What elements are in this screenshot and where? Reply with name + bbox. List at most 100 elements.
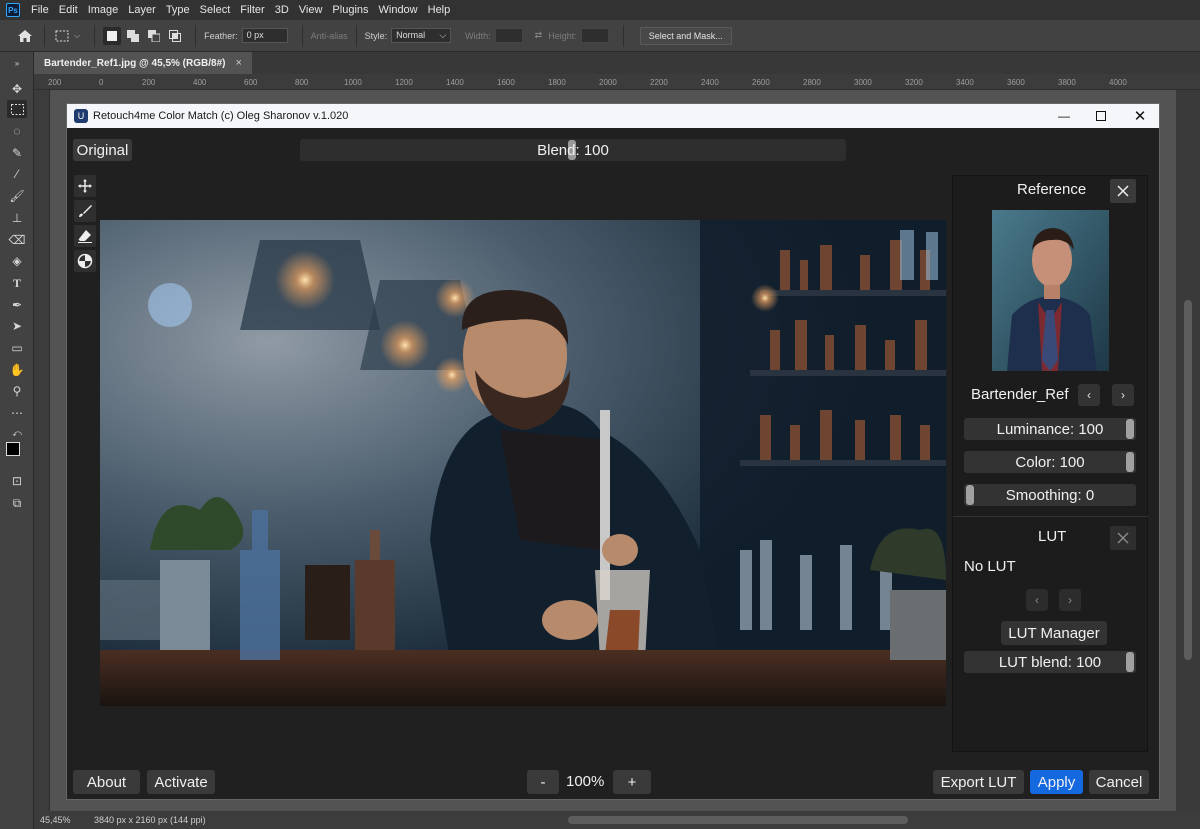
pen-tool-icon[interactable]: ✒ <box>7 296 27 314</box>
export-lut-button[interactable]: Export LUT <box>933 770 1024 794</box>
slider-handle[interactable] <box>1126 652 1134 672</box>
ruler-tick: 2200 <box>650 78 668 87</box>
screen-mode-icon[interactable]: ⧉ <box>7 494 27 512</box>
select-and-mask-button[interactable]: Select and Mask... <box>639 26 732 45</box>
dialog-title: Retouch4me Color Match (c) Oleg Sharonov… <box>93 110 349 122</box>
reference-panel: Reference Bartender_Ref ‹ › Luminance: 1… <box>952 175 1149 752</box>
type-tool-icon[interactable]: T <box>7 274 27 292</box>
menu-file[interactable]: File <box>26 4 54 16</box>
menu-plugins[interactable]: Plugins <box>327 4 373 16</box>
close-icon[interactable] <box>1110 526 1136 550</box>
ruler-tick: 2800 <box>803 78 821 87</box>
stamp-tool-icon[interactable]: ⊥ <box>7 209 27 227</box>
close-icon[interactable]: ✕ <box>1123 104 1157 128</box>
vertical-scrollbar[interactable] <box>1176 90 1200 811</box>
luminance-slider[interactable]: Luminance: 100 <box>964 418 1136 440</box>
swap-colors-icon[interactable]: ⤺ <box>7 424 27 442</box>
menu-window[interactable]: Window <box>374 4 423 16</box>
original-button[interactable]: Original <box>73 139 132 161</box>
ruler-tick: 3800 <box>1058 78 1076 87</box>
chevron-down-icon[interactable]: ⌵ <box>74 31 80 41</box>
blend-slider[interactable]: Blend: 100 <box>300 139 846 161</box>
document-info: 3840 px x 2160 px (144 ppi) <box>94 815 206 825</box>
ruler-tick: 3400 <box>956 78 974 87</box>
about-button[interactable]: About <box>73 770 140 794</box>
chevron-right-icon[interactable]: › <box>1059 589 1081 611</box>
eraser-tool-icon[interactable]: ⌫ <box>7 231 27 249</box>
horizontal-scrollbar-thumb[interactable] <box>568 816 908 824</box>
swap-icon[interactable]: ⇄ <box>535 30 543 41</box>
menu-edit[interactable]: Edit <box>54 4 83 16</box>
smoothing-label: Smoothing: 0 <box>1005 486 1095 504</box>
apply-button[interactable]: Apply <box>1030 770 1083 794</box>
menu-help[interactable]: Help <box>423 4 456 16</box>
eyedropper-icon[interactable]: ⁄ <box>7 165 27 183</box>
foreground-color-swatch[interactable] <box>6 442 20 456</box>
height-label: Height: <box>548 30 577 41</box>
hand-tool-icon[interactable]: ✋ <box>7 361 27 379</box>
zoom-level[interactable]: 45,45% <box>34 815 82 825</box>
options-bar: ⌵ Feather: 0 px Anti-alias Style: Normal… <box>0 20 1200 52</box>
cancel-button[interactable]: Cancel <box>1089 770 1149 794</box>
rectangle-tool-icon[interactable]: ▭ <box>7 339 27 357</box>
document-tab[interactable]: Bartender_Ref1.jpg @ 45,5% (RGB/8#) × <box>34 52 252 74</box>
marquee-preset-icon[interactable] <box>53 27 71 45</box>
path-select-icon[interactable]: ➤ <box>7 317 27 335</box>
close-icon[interactable] <box>1110 179 1136 203</box>
lut-manager-button[interactable]: LUT Manager <box>1001 621 1107 645</box>
color-picker-icon[interactable] <box>74 250 96 272</box>
chevron-right-icon[interactable]: › <box>1112 384 1134 406</box>
brush-icon[interactable] <box>74 200 96 222</box>
menu-image[interactable]: Image <box>83 4 124 16</box>
height-input[interactable] <box>580 28 609 43</box>
scrollbar-thumb[interactable] <box>1184 300 1192 660</box>
chevron-left-icon[interactable]: ‹ <box>1026 589 1048 611</box>
menu-view[interactable]: View <box>294 4 328 16</box>
add-selection-icon[interactable] <box>124 27 142 45</box>
menu-type[interactable]: Type <box>161 4 195 16</box>
lut-status: No LUT <box>964 558 1016 575</box>
color-slider[interactable]: Color: 100 <box>964 451 1136 473</box>
quick-mask-icon[interactable]: ⊡ <box>7 472 27 490</box>
subtract-selection-icon[interactable] <box>145 27 163 45</box>
menu-layer[interactable]: Layer <box>123 4 161 16</box>
paint-bucket-icon[interactable]: ◈ <box>7 252 27 270</box>
preview-image[interactable] <box>100 220 946 706</box>
quick-select-icon[interactable]: ✎ <box>7 144 27 162</box>
activate-button[interactable]: Activate <box>147 770 215 794</box>
maximize-icon[interactable] <box>1084 104 1118 128</box>
brush-tool-icon[interactable]: 🖌 <box>7 187 27 205</box>
slider-handle[interactable] <box>966 485 974 505</box>
new-selection-icon[interactable] <box>103 26 122 45</box>
more-tools-icon[interactable]: ⋯ <box>7 404 27 422</box>
home-icon[interactable] <box>14 25 36 47</box>
collapse-icon[interactable]: » <box>7 54 27 72</box>
zoom-in-button[interactable]: + <box>613 770 651 794</box>
slider-handle[interactable] <box>1126 419 1134 439</box>
eraser-icon[interactable] <box>74 225 96 247</box>
intersect-selection-icon[interactable] <box>166 27 184 45</box>
style-select[interactable]: Normal ⌵ <box>391 28 452 43</box>
lut-blend-slider[interactable]: LUT blend: 100 <box>964 651 1136 673</box>
zoom-tool-icon[interactable]: ⚲ <box>7 382 27 400</box>
move-icon[interactable] <box>74 175 96 197</box>
width-input[interactable] <box>494 28 523 43</box>
luminance-label: Luminance: 100 <box>996 420 1104 438</box>
chevron-left-icon[interactable]: ‹ <box>1078 384 1100 406</box>
close-icon[interactable]: × <box>235 57 241 69</box>
marquee-tool-icon[interactable] <box>7 100 27 118</box>
smoothing-slider[interactable]: Smoothing: 0 <box>964 484 1136 506</box>
minimize-icon[interactable]: — <box>1047 104 1081 128</box>
antialias-checkbox[interactable]: Anti-alias <box>311 31 348 41</box>
menu-select[interactable]: Select <box>195 4 236 16</box>
slider-handle[interactable] <box>1126 452 1134 472</box>
menu-filter[interactable]: Filter <box>235 4 269 16</box>
menu-3d[interactable]: 3D <box>270 4 294 16</box>
divider <box>953 516 1149 517</box>
zoom-out-button[interactable]: - <box>527 770 559 794</box>
reference-thumbnail[interactable] <box>992 210 1109 371</box>
feather-input[interactable]: 0 px <box>241 28 288 43</box>
ruler-tick: 2400 <box>701 78 719 87</box>
move-tool-icon[interactable]: ✥ <box>7 80 27 98</box>
lasso-tool-icon[interactable]: ◌ <box>7 122 27 140</box>
